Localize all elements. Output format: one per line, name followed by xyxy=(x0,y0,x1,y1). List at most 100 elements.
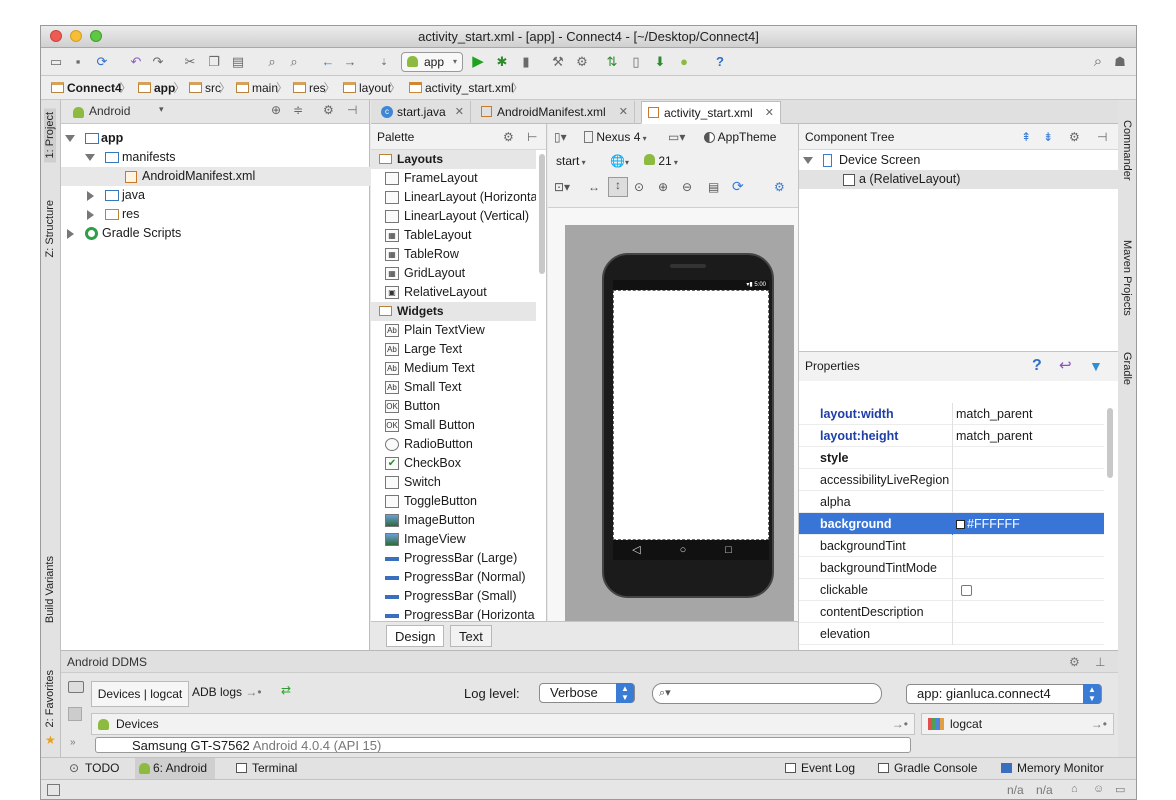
device-select[interactable]: Nexus 4 ▾ xyxy=(584,130,647,144)
refresh-icon[interactable]: ⟳ xyxy=(732,178,744,195)
gear-icon[interactable]: ⚙ xyxy=(323,103,334,117)
zoom-in-icon[interactable]: ⊕ xyxy=(658,180,668,194)
gear-icon[interactable]: ⚙ xyxy=(503,124,514,150)
undo-icon[interactable]: ↶ xyxy=(127,53,145,71)
property-value[interactable]: #FFFFFF xyxy=(952,513,1104,535)
tree-item-app[interactable]: app xyxy=(61,129,370,148)
fill-width-icon[interactable]: ↔ xyxy=(588,180,600,194)
gear-icon[interactable]: ⚙ xyxy=(774,180,785,194)
find-icon[interactable]: ⌕ xyxy=(263,53,281,71)
property-value[interactable] xyxy=(952,469,1104,491)
breadcrumb-res[interactable]: res 〉 xyxy=(291,79,336,97)
palette-item[interactable]: ToggleButton xyxy=(371,492,536,511)
tree-item-androidmanifest[interactable]: AndroidManifest.xml xyxy=(61,167,370,186)
property-value[interactable] xyxy=(952,601,1104,623)
project-structure-icon[interactable]: ⚒ xyxy=(549,53,567,71)
palette-item[interactable]: Ab Plain TextView xyxy=(371,321,536,340)
fill-height-icon[interactable]: ↕ xyxy=(608,177,628,197)
lock-icon[interactable]: ⌂ xyxy=(1071,783,1078,795)
tab-androidmanifest[interactable]: AndroidManifest.xml ✕ xyxy=(475,101,635,124)
palette-item[interactable]: ProgressBar (Small) xyxy=(371,587,536,606)
property-row-backgroundtint[interactable]: backgroundTint xyxy=(799,535,1104,557)
run-icon[interactable]: ▶ xyxy=(469,53,487,71)
property-row-alpha[interactable]: alpha xyxy=(799,491,1104,513)
gear-icon[interactable]: ⚙ xyxy=(1069,124,1080,150)
tool-window-structure[interactable]: Z: Structure xyxy=(44,200,56,257)
palette-section-layouts[interactable]: Layouts xyxy=(371,150,536,169)
property-value[interactable] xyxy=(952,579,1104,601)
property-row-accessibilityliveregion[interactable]: accessibilityLiveRegion xyxy=(799,469,1104,491)
property-row-layout-width[interactable]: layout:width match_parent xyxy=(799,403,1104,425)
tab-adb-logs[interactable]: ADB logs →• xyxy=(192,685,262,699)
palette-item[interactable]: ▦ GridLayout xyxy=(371,264,536,283)
property-value[interactable] xyxy=(952,447,1104,469)
copy-icon[interactable]: ❐ xyxy=(205,53,223,71)
property-value[interactable] xyxy=(952,623,1104,645)
layout-preview[interactable] xyxy=(613,290,769,540)
design-surface-select[interactable]: ▯▾ xyxy=(554,130,567,144)
palette-item[interactable]: LinearLayout (Vertical) xyxy=(371,207,536,226)
api-level-select[interactable]: 21 ▾ xyxy=(644,154,678,168)
property-row-style[interactable]: style xyxy=(799,447,1104,469)
ddms-icon[interactable]: ● xyxy=(675,53,693,71)
property-value[interactable]: match_parent xyxy=(952,425,1104,447)
help-icon[interactable]: ? xyxy=(1032,352,1042,380)
collapse-all-icon[interactable]: ≑ xyxy=(293,103,303,117)
filter-icon[interactable]: ▼ xyxy=(1089,352,1103,380)
android-button[interactable]: 6: Android xyxy=(135,758,216,779)
tool-window-commander[interactable]: Commander xyxy=(1121,120,1133,181)
close-tab-icon[interactable]: ✕ xyxy=(765,102,774,124)
chevron-down-icon[interactable]: ▾ xyxy=(159,104,164,115)
hide-panel-icon[interactable]: ⊣ xyxy=(1097,124,1107,150)
event-log-button[interactable]: Event Log xyxy=(783,758,855,779)
close-tab-icon[interactable]: ✕ xyxy=(619,101,628,123)
locale-select[interactable]: 🌐▾ xyxy=(610,154,629,168)
zoom-out-icon[interactable]: ⊖ xyxy=(682,180,692,194)
tab-design[interactable]: Design xyxy=(386,625,445,647)
restore-icon[interactable]: →• xyxy=(1091,714,1107,734)
minimize-panel-icon[interactable]: ⊥ xyxy=(1095,651,1105,673)
zoom-fit-icon[interactable]: ⊡▾ xyxy=(554,180,570,194)
expand-arrow-icon[interactable] xyxy=(803,157,813,164)
app-filter-select[interactable]: app: gianluca.connect4 ▲ ▼ xyxy=(906,684,1102,704)
tab-devices-logcat[interactable]: Devices | logcat xyxy=(91,681,189,707)
help-icon[interactable]: ? xyxy=(711,53,729,71)
palette-item[interactable]: Ab Large Text xyxy=(371,340,536,359)
open-icon[interactable]: ▭ xyxy=(47,53,65,71)
palette-item[interactable]: ▣ RelativeLayout xyxy=(371,283,536,302)
breadcrumb-activity-start[interactable]: activity_start.xml 〉 xyxy=(407,79,524,97)
activity-select[interactable]: start ▾ xyxy=(556,154,586,168)
hide-panel-icon[interactable]: ⊢ xyxy=(527,124,537,150)
camera-icon[interactable] xyxy=(68,681,84,693)
palette-item[interactable]: RadioButton xyxy=(371,435,536,454)
tab-activity-start[interactable]: activity_start.xml ✕ xyxy=(641,101,781,124)
property-row-elevation[interactable]: elevation xyxy=(799,623,1104,645)
tree-item-gradle-scripts[interactable]: Gradle Scripts xyxy=(61,224,370,243)
expand-arrow-icon[interactable] xyxy=(65,135,75,142)
refresh-icon[interactable]: ⇄ xyxy=(281,683,291,697)
project-view-select[interactable]: Android xyxy=(89,104,130,118)
collapse-arrow-icon[interactable] xyxy=(87,191,94,201)
palette-item[interactable]: ▦ TableRow xyxy=(371,245,536,264)
run-config-select[interactable]: app ▾ xyxy=(401,52,463,72)
palette-item[interactable]: ImageButton xyxy=(371,511,536,530)
palette-item[interactable]: ProgressBar (Large) xyxy=(371,549,536,568)
sync-icon[interactable]: ⟳ xyxy=(93,53,111,71)
record-icon[interactable] xyxy=(68,707,82,721)
sync-gradle-icon[interactable]: ⇅ xyxy=(603,53,621,71)
restore-default-icon[interactable]: ↩ xyxy=(1059,352,1072,380)
palette-section-widgets[interactable]: Widgets xyxy=(371,302,536,321)
user-icon[interactable]: ☗ xyxy=(1111,53,1129,71)
palette-scrollbar[interactable] xyxy=(539,154,545,274)
palette-item[interactable]: LinearLayout (Horizonta xyxy=(371,188,536,207)
orientation-select[interactable]: ▭▾ xyxy=(668,130,685,144)
tool-window-maven[interactable]: Maven Projects xyxy=(1121,240,1133,316)
palette-item[interactable]: OK Small Button xyxy=(371,416,536,435)
status-position[interactable]: n/a xyxy=(1007,783,1024,797)
property-value[interactable] xyxy=(952,491,1104,513)
palette-item[interactable]: ImageView xyxy=(371,530,536,549)
palette-item[interactable]: ProgressBar (Normal) xyxy=(371,568,536,587)
make-project-icon[interactable]: ⇣ xyxy=(375,53,393,71)
tree-item-java[interactable]: java xyxy=(61,186,370,205)
gradle-console-button[interactable]: Gradle Console xyxy=(876,758,977,779)
